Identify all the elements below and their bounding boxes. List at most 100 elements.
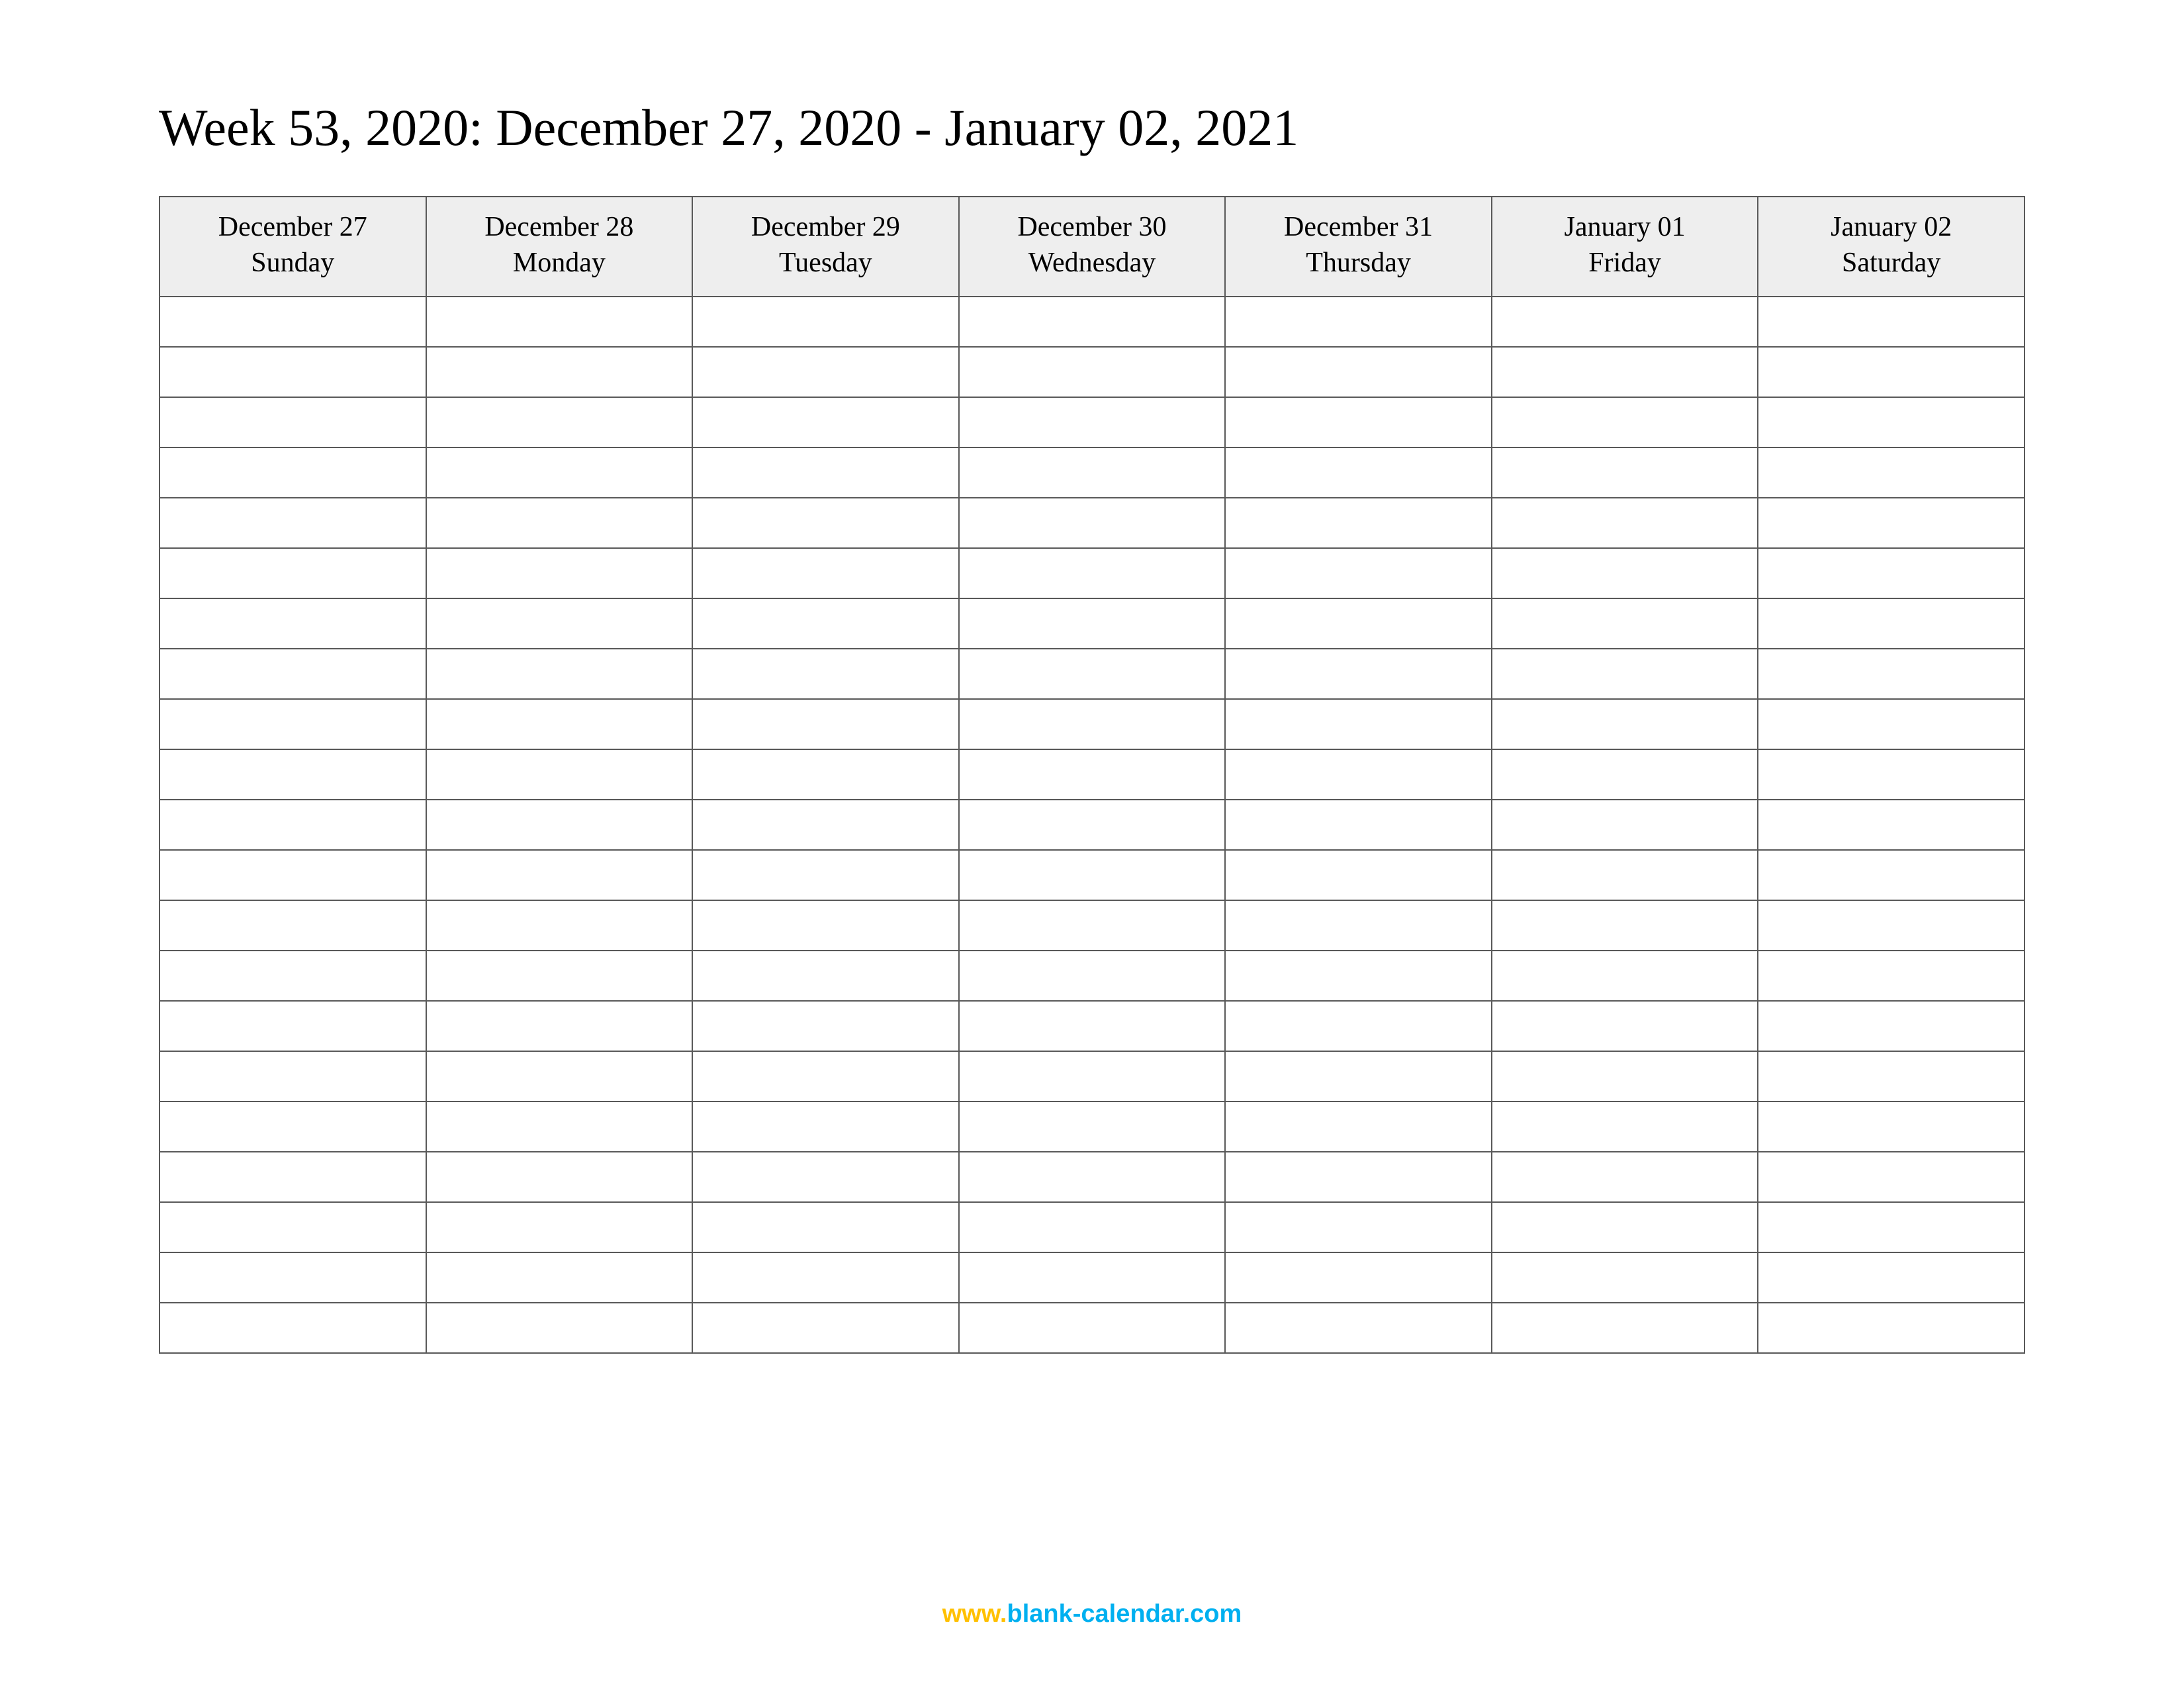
table-row — [159, 1051, 2025, 1102]
footer-text-b: blank-calendar.com — [1007, 1600, 1242, 1628]
blank-cell — [1758, 447, 2025, 498]
table-row — [159, 951, 2025, 1001]
blank-cell — [159, 347, 426, 397]
col-date: December 30 — [965, 209, 1220, 246]
blank-cell — [1758, 598, 2025, 649]
blank-cell — [426, 498, 693, 548]
blank-cell — [1758, 900, 2025, 951]
blank-cell — [426, 699, 693, 749]
blank-cell — [1492, 397, 1758, 447]
blank-cell — [692, 1001, 959, 1051]
table-row — [159, 1252, 2025, 1303]
col-header-1: December 28 Monday — [426, 197, 693, 297]
blank-cell — [1225, 447, 1492, 498]
table-row — [159, 1001, 2025, 1051]
blank-cell — [159, 297, 426, 347]
col-date: January 01 — [1498, 209, 1752, 246]
blank-cell — [959, 447, 1226, 498]
blank-cell — [692, 598, 959, 649]
col-date: December 31 — [1231, 209, 1486, 246]
blank-cell — [1225, 548, 1492, 598]
col-date: January 02 — [1764, 209, 2019, 246]
blank-cell — [1492, 850, 1758, 900]
blank-cell — [959, 900, 1226, 951]
blank-cell — [1225, 1051, 1492, 1102]
blank-cell — [1492, 447, 1758, 498]
blank-cell — [1225, 649, 1492, 699]
blank-cell — [159, 951, 426, 1001]
blank-cell — [692, 297, 959, 347]
blank-cell — [1225, 1152, 1492, 1202]
blank-cell — [1225, 900, 1492, 951]
blank-cell — [159, 649, 426, 699]
blank-cell — [1758, 548, 2025, 598]
table-row — [159, 598, 2025, 649]
table-row — [159, 850, 2025, 900]
blank-cell — [1492, 1252, 1758, 1303]
col-day: Friday — [1498, 245, 1752, 281]
blank-cell — [1492, 749, 1758, 800]
blank-cell — [1758, 347, 2025, 397]
blank-cell — [159, 800, 426, 850]
blank-cell — [1225, 1202, 1492, 1252]
blank-cell — [692, 850, 959, 900]
blank-cell — [1225, 1102, 1492, 1152]
blank-cell — [692, 1102, 959, 1152]
weekly-calendar-page: Week 53, 2020: December 27, 2020 - Janua… — [0, 0, 2184, 1688]
blank-cell — [426, 347, 693, 397]
blank-cell — [959, 598, 1226, 649]
page-title: Week 53, 2020: December 27, 2020 - Janua… — [159, 99, 2025, 156]
col-header-0: December 27 Sunday — [159, 197, 426, 297]
blank-cell — [1225, 297, 1492, 347]
blank-cell — [426, 1202, 693, 1252]
blank-cell — [692, 548, 959, 598]
blank-cell — [692, 699, 959, 749]
blank-cell — [959, 800, 1226, 850]
blank-cell — [959, 850, 1226, 900]
blank-cell — [1758, 951, 2025, 1001]
blank-cell — [159, 699, 426, 749]
blank-cell — [159, 598, 426, 649]
col-day: Thursday — [1231, 245, 1486, 281]
blank-cell — [959, 397, 1226, 447]
table-row — [159, 347, 2025, 397]
blank-cell — [1758, 498, 2025, 548]
blank-cell — [692, 397, 959, 447]
blank-cell — [1225, 1252, 1492, 1303]
blank-cell — [1492, 1152, 1758, 1202]
blank-cell — [959, 1252, 1226, 1303]
blank-cell — [159, 397, 426, 447]
blank-cell — [1492, 1051, 1758, 1102]
blank-cell — [959, 1303, 1226, 1353]
blank-cell — [692, 1252, 959, 1303]
blank-cell — [159, 1303, 426, 1353]
blank-cell — [1225, 800, 1492, 850]
blank-cell — [1492, 951, 1758, 1001]
blank-cell — [1758, 1152, 2025, 1202]
blank-cell — [159, 1152, 426, 1202]
blank-cell — [1492, 1303, 1758, 1353]
col-header-6: January 02 Saturday — [1758, 197, 2025, 297]
table-row — [159, 1202, 2025, 1252]
table-row — [159, 297, 2025, 347]
blank-cell — [1492, 297, 1758, 347]
blank-cell — [959, 699, 1226, 749]
blank-cell — [1758, 749, 2025, 800]
col-header-2: December 29 Tuesday — [692, 197, 959, 297]
blank-cell — [426, 1252, 693, 1303]
col-day: Monday — [432, 245, 687, 281]
col-date: December 29 — [698, 209, 953, 246]
blank-cell — [1225, 598, 1492, 649]
blank-cell — [159, 850, 426, 900]
blank-cell — [692, 1202, 959, 1252]
blank-cell — [1492, 347, 1758, 397]
table-row — [159, 800, 2025, 850]
footer-text-a: www. — [942, 1600, 1007, 1628]
blank-cell — [1758, 1202, 2025, 1252]
blank-cell — [426, 297, 693, 347]
blank-cell — [159, 498, 426, 548]
blank-cell — [1758, 297, 2025, 347]
blank-cell — [426, 1051, 693, 1102]
blank-cell — [159, 1252, 426, 1303]
blank-cell — [159, 1001, 426, 1051]
